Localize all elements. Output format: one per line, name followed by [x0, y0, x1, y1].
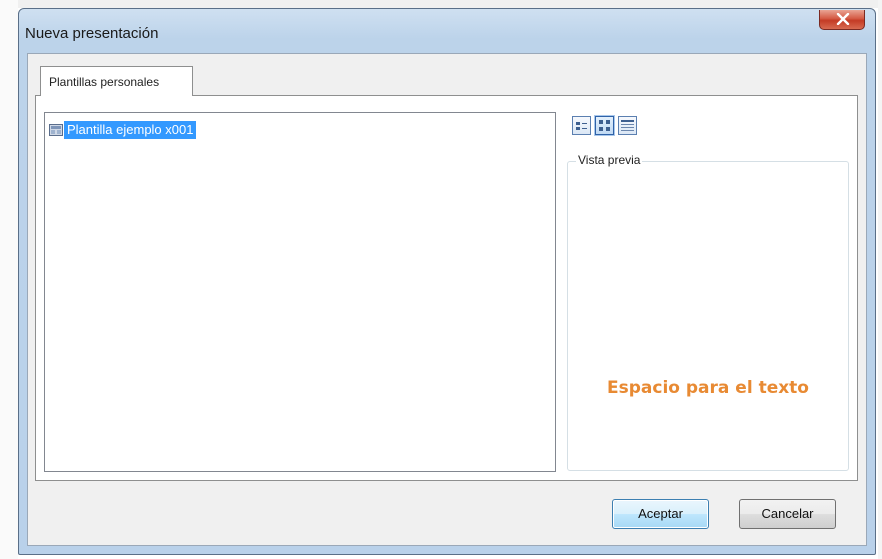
tab-plantillas-personales[interactable]: Plantillas personales [40, 66, 193, 96]
view-mode-toolbar [572, 116, 637, 135]
dialog-body: Plantillas personales Plantilla ejemplo … [27, 53, 867, 546]
template-list[interactable]: Plantilla ejemplo x001 [44, 112, 556, 472]
tab-label: Plantillas personales [49, 75, 160, 89]
preview-placeholder-text: Espacio para el texto [607, 378, 809, 398]
large-icons-view-button[interactable] [595, 116, 614, 135]
large-icons-view-icon [599, 120, 610, 131]
background-page-right [878, 0, 882, 559]
list-view-button[interactable] [572, 116, 591, 135]
details-view-button[interactable] [618, 116, 637, 135]
preview-label: Vista previa [576, 153, 643, 167]
template-icon [49, 124, 63, 136]
title-bar[interactable]: Nueva presentación [19, 9, 875, 53]
window-title: Nueva presentación [25, 25, 159, 42]
preview-group: Vista previa Espacio para el texto [567, 153, 849, 471]
details-view-icon [621, 120, 634, 131]
close-icon [836, 13, 850, 25]
template-item-label: Plantilla ejemplo x001 [64, 121, 197, 139]
close-button[interactable] [819, 10, 865, 30]
accept-button[interactable]: Aceptar [612, 499, 709, 529]
background-page-left [0, 0, 18, 559]
list-view-icon [576, 122, 587, 130]
cancel-button[interactable]: Cancelar [739, 499, 836, 529]
tab-panel: Plantilla ejemplo x001 Vista previa Espa… [35, 95, 858, 481]
list-item[interactable]: Plantilla ejemplo x001 [49, 121, 197, 139]
background-page [0, 0, 882, 8]
new-presentation-dialog: Nueva presentación Plantillas personales [18, 8, 876, 555]
